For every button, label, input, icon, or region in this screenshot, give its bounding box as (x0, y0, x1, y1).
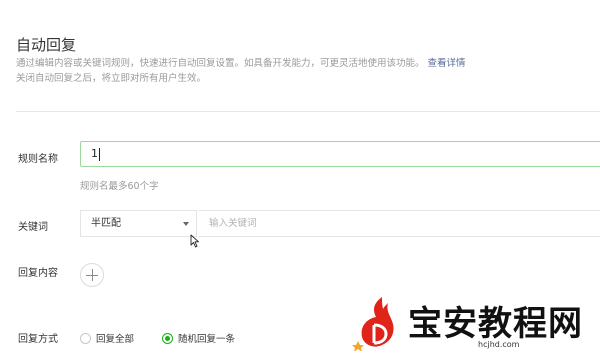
add-reply-content-button[interactable] (80, 263, 104, 287)
reply-mode-label: 回复方式 (18, 334, 58, 345)
reply-all-radio[interactable]: 回复全部 (80, 331, 134, 345)
keyword-placeholder: 输入关键词 (209, 218, 257, 229)
match-type-value: 半匹配 (91, 218, 121, 229)
rule-name-value: 1 (91, 147, 98, 160)
random-reply-radio[interactable]: 随机回复一条 (162, 331, 235, 345)
section-divider (16, 111, 600, 112)
random-reply-label: 随机回复一条 (178, 334, 236, 345)
rule-name-label: 规则名称 (18, 154, 58, 165)
watermark-logo-icon (352, 297, 394, 351)
keyword-label: 关键词 (18, 222, 48, 233)
mouse-pointer-icon (190, 234, 199, 248)
watermark-text: 宝安教程网 (408, 304, 583, 344)
page-title: 自动回复 (16, 36, 77, 54)
rule-name-hint: 规则名最多60个字 (80, 181, 159, 192)
auto-reply-page: 自动回复 通过编辑内容或关键词规则，快速进行自动回复设置。如具备开发能力，可更灵… (0, 0, 600, 356)
text-caret (99, 147, 100, 161)
description-text: 通过编辑内容或关键词规则，快速进行自动回复设置。如具备开发能力，可更灵活地使用该… (16, 58, 425, 69)
rule-name-input[interactable]: 1 (80, 141, 600, 167)
match-type-select[interactable]: 半匹配 (80, 210, 197, 237)
view-details-link[interactable]: 查看详情 (428, 58, 466, 69)
watermark-url: hcjhd.com (478, 340, 520, 349)
reply-content-label: 回复内容 (18, 268, 58, 279)
reply-all-label: 回复全部 (96, 334, 135, 345)
site-watermark: 宝安教程网 hcjhd.com (350, 290, 600, 356)
page-description: 通过编辑内容或关键词规则，快速进行自动回复设置。如具备开发能力，可更灵活地使用该… (16, 56, 596, 86)
description-note: 关闭自动回复之后，将立即对所有用户生效。 (16, 73, 207, 84)
radio-checked-icon (162, 332, 173, 344)
dropdown-arrow-icon (183, 222, 189, 226)
keyword-input[interactable]: 输入关键词 (199, 210, 600, 237)
radio-unchecked-icon (80, 332, 91, 344)
